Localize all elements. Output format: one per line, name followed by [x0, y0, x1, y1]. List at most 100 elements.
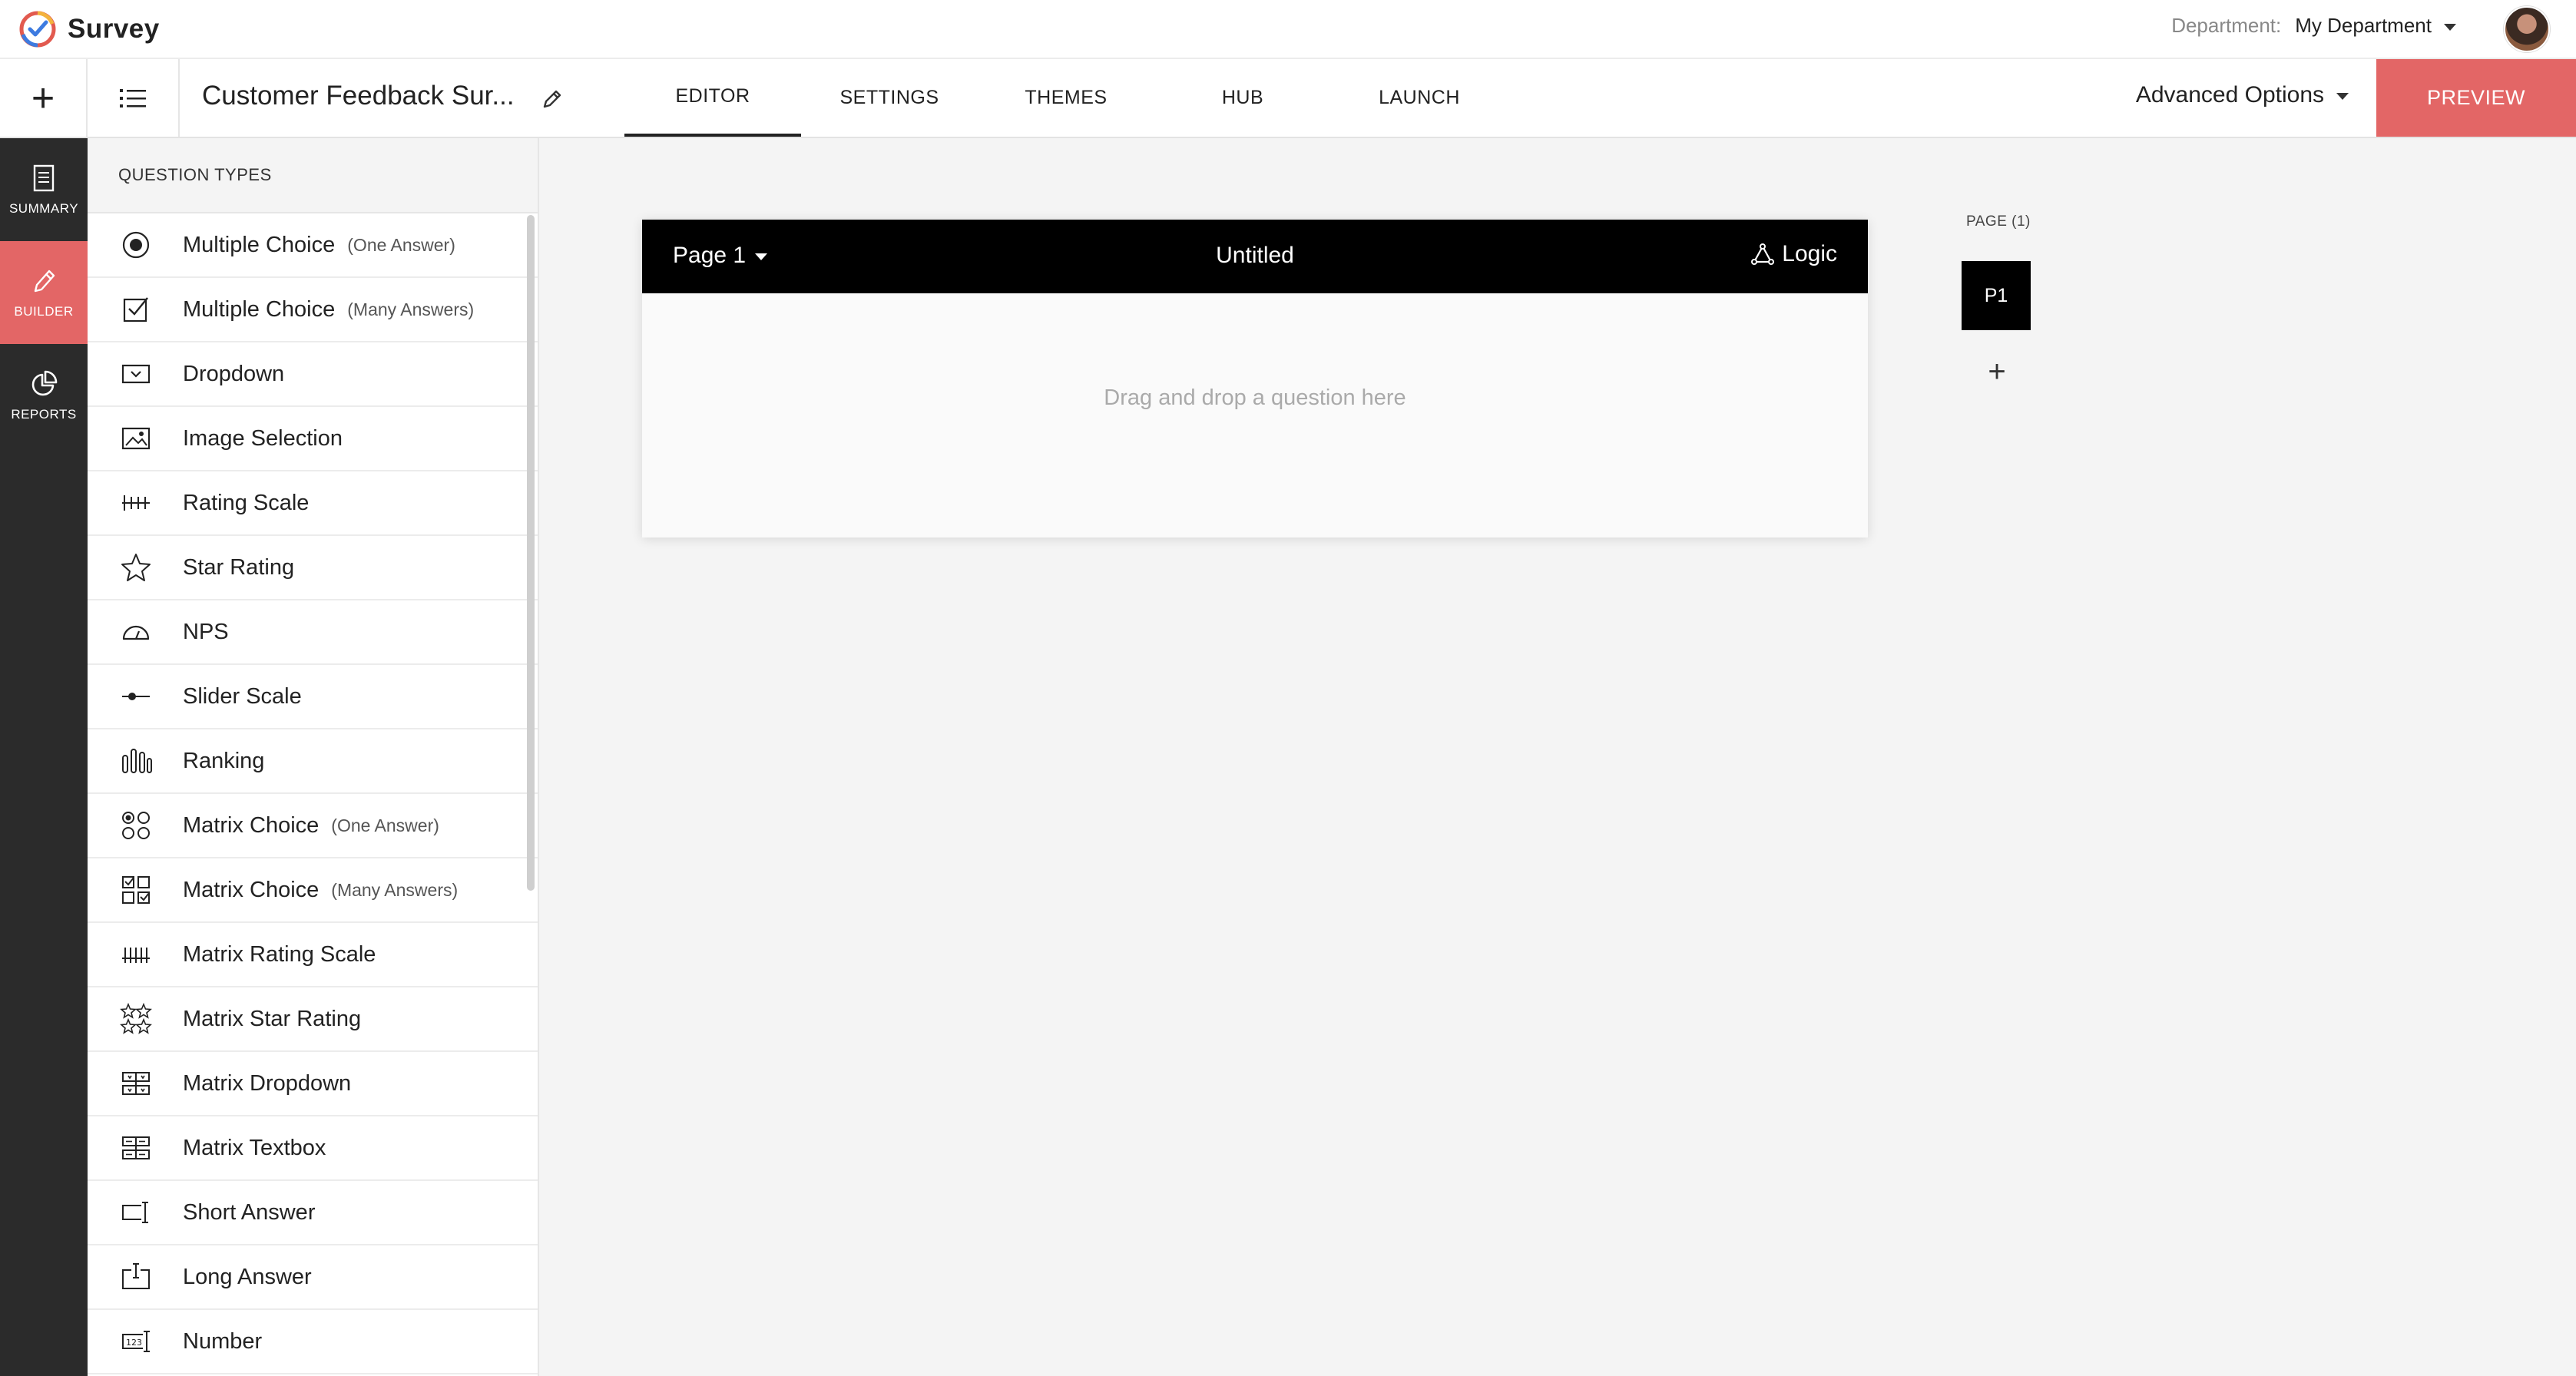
logic-button[interactable]: Logic	[1751, 241, 1837, 267]
plus-icon: +	[31, 75, 55, 121]
question-type-item[interactable]: Ranking	[88, 729, 538, 794]
tab-themes[interactable]: THEMES	[978, 59, 1154, 137]
question-type-name: Long Answer	[183, 1264, 312, 1289]
question-type-name: Image Selection	[183, 425, 343, 451]
question-type-item[interactable]: 123 Number	[88, 1310, 538, 1374]
preview-button[interactable]: PREVIEW	[2376, 59, 2576, 137]
rating-scale-icon	[118, 485, 154, 521]
question-type-name: Short Answer	[183, 1199, 316, 1225]
caret-down-icon	[2444, 23, 2456, 31]
department-selector[interactable]: Department: My Department	[2171, 14, 2456, 38]
rail-item-reports[interactable]: REPORTS	[0, 344, 88, 447]
pie-chart-icon	[31, 370, 58, 396]
question-types-list: Multiple Choice (One Answer) Multiple Ch…	[88, 213, 538, 1374]
question-type-name: Matrix Rating Scale	[183, 941, 376, 967]
question-type-name: Matrix Textbox	[183, 1135, 326, 1160]
question-type-item[interactable]: Star Rating	[88, 536, 538, 600]
question-type-name: Ranking	[183, 748, 265, 773]
matrix-rating-icon	[118, 937, 154, 972]
matrix-star-icon	[118, 1001, 154, 1037]
page-title[interactable]: Untitled	[642, 243, 1868, 269]
svg-text:123: 123	[126, 1338, 142, 1348]
pencil-icon	[34, 270, 55, 293]
advanced-options-dropdown[interactable]: Advanced Options	[2136, 82, 2349, 108]
question-type-subtitle: (Many Answers)	[331, 879, 459, 900]
checkbox-icon	[118, 292, 154, 327]
question-type-name: Slider Scale	[183, 683, 302, 709]
matrix-checkbox-icon	[118, 872, 154, 908]
app-logo[interactable]: Survey	[18, 9, 160, 49]
question-type-item[interactable]: Matrix Choice (Many Answers)	[88, 858, 538, 923]
list-icon	[120, 88, 146, 108]
question-type-item[interactable]: Matrix Star Rating	[88, 987, 538, 1052]
tab-hub[interactable]: HUB	[1154, 59, 1331, 137]
question-type-name: Dropdown	[183, 361, 285, 386]
gauge-icon	[118, 614, 154, 650]
question-type-item[interactable]: Image Selection	[88, 407, 538, 471]
rail-item-builder[interactable]: BUILDER	[0, 241, 88, 344]
rail-label: SUMMARY	[8, 201, 79, 216]
question-list-scrollbar[interactable]	[527, 215, 535, 891]
number-icon: 123	[118, 1324, 154, 1359]
matrix-radio-icon	[118, 808, 154, 843]
question-type-item[interactable]: Matrix Rating Scale	[88, 923, 538, 987]
question-type-item[interactable]: Rating Scale	[88, 471, 538, 536]
app-name: Survey	[68, 14, 160, 44]
question-type-item[interactable]: Dropdown	[88, 342, 538, 407]
page-header: Page 1 Untitled Logic	[642, 220, 1868, 293]
question-type-subtitle: (One Answer)	[347, 234, 455, 255]
add-page-button[interactable]: +	[1983, 356, 2011, 387]
question-type-name: Star Rating	[183, 554, 295, 580]
rail-label: BUILDER	[14, 304, 74, 319]
tab-launch[interactable]: LAUNCH	[1331, 59, 1508, 137]
department-value[interactable]: My Department	[2295, 14, 2456, 38]
drop-zone-hint[interactable]: Drag and drop a question here	[642, 385, 1868, 411]
survey-page-card: Page 1 Untitled Logic Drag and drop a qu…	[642, 220, 1868, 538]
question-type-item[interactable]: Multiple Choice (One Answer)	[88, 213, 538, 278]
question-type-item[interactable]: Matrix Textbox	[88, 1116, 538, 1181]
page-count-label: PAGE (1)	[1966, 213, 2031, 230]
question-type-name: Matrix Star Rating	[183, 1006, 362, 1031]
user-avatar[interactable]	[2504, 6, 2550, 52]
question-type-item[interactable]: NPS	[88, 600, 538, 665]
create-button[interactable]: +	[0, 59, 88, 137]
long-answer-icon	[118, 1259, 154, 1295]
pencil-edit-icon[interactable]	[540, 87, 565, 111]
editor-tabs: EDITOR SETTINGS THEMES HUB LAUNCH	[624, 59, 1508, 137]
rail-item-summary[interactable]: SUMMARY	[0, 138, 88, 241]
question-type-name: Matrix Dropdown	[183, 1070, 352, 1096]
question-type-name: Matrix Choice	[183, 812, 320, 838]
survey-title[interactable]: Customer Feedback Sur...	[202, 81, 515, 111]
short-answer-icon	[118, 1195, 154, 1230]
question-type-name: NPS	[183, 619, 229, 644]
question-type-name: Multiple Choice	[183, 232, 336, 257]
radio-icon	[118, 227, 154, 263]
department-label: Department:	[2171, 14, 2282, 37]
tab-editor[interactable]: EDITOR	[624, 59, 801, 137]
dropdown-icon	[118, 356, 154, 392]
question-types-header: QUESTION TYPES	[88, 138, 538, 213]
question-type-item[interactable]: Multiple Choice (Many Answers)	[88, 278, 538, 342]
rail-label: REPORTS	[11, 407, 77, 422]
question-type-name: Rating Scale	[183, 490, 310, 515]
survey-logo-icon	[19, 11, 56, 48]
question-type-item[interactable]: Slider Scale	[88, 665, 538, 729]
caret-down-icon	[2336, 92, 2349, 100]
document-icon	[33, 164, 55, 192]
question-type-item[interactable]: Matrix Dropdown	[88, 1052, 538, 1116]
page-thumbnail-p1[interactable]: P1	[1962, 261, 2031, 330]
question-type-item[interactable]: Short Answer	[88, 1181, 538, 1245]
question-type-subtitle: (Many Answers)	[347, 299, 475, 319]
left-nav-rail: SUMMARY BUILDER REPORTS	[0, 138, 88, 1376]
ranking-icon	[118, 743, 154, 779]
question-type-name: Matrix Choice	[183, 877, 320, 902]
survey-list-button[interactable]	[88, 59, 180, 137]
question-type-name: Number	[183, 1328, 263, 1354]
star-icon	[118, 550, 154, 585]
tab-settings[interactable]: SETTINGS	[801, 59, 978, 137]
question-type-item[interactable]: Matrix Choice (One Answer)	[88, 794, 538, 858]
top-bar: Survey Department: My Department	[0, 0, 2576, 59]
question-type-subtitle: (One Answer)	[331, 815, 439, 835]
question-type-item[interactable]: Long Answer	[88, 1245, 538, 1310]
logic-label: Logic	[1782, 241, 1837, 266]
